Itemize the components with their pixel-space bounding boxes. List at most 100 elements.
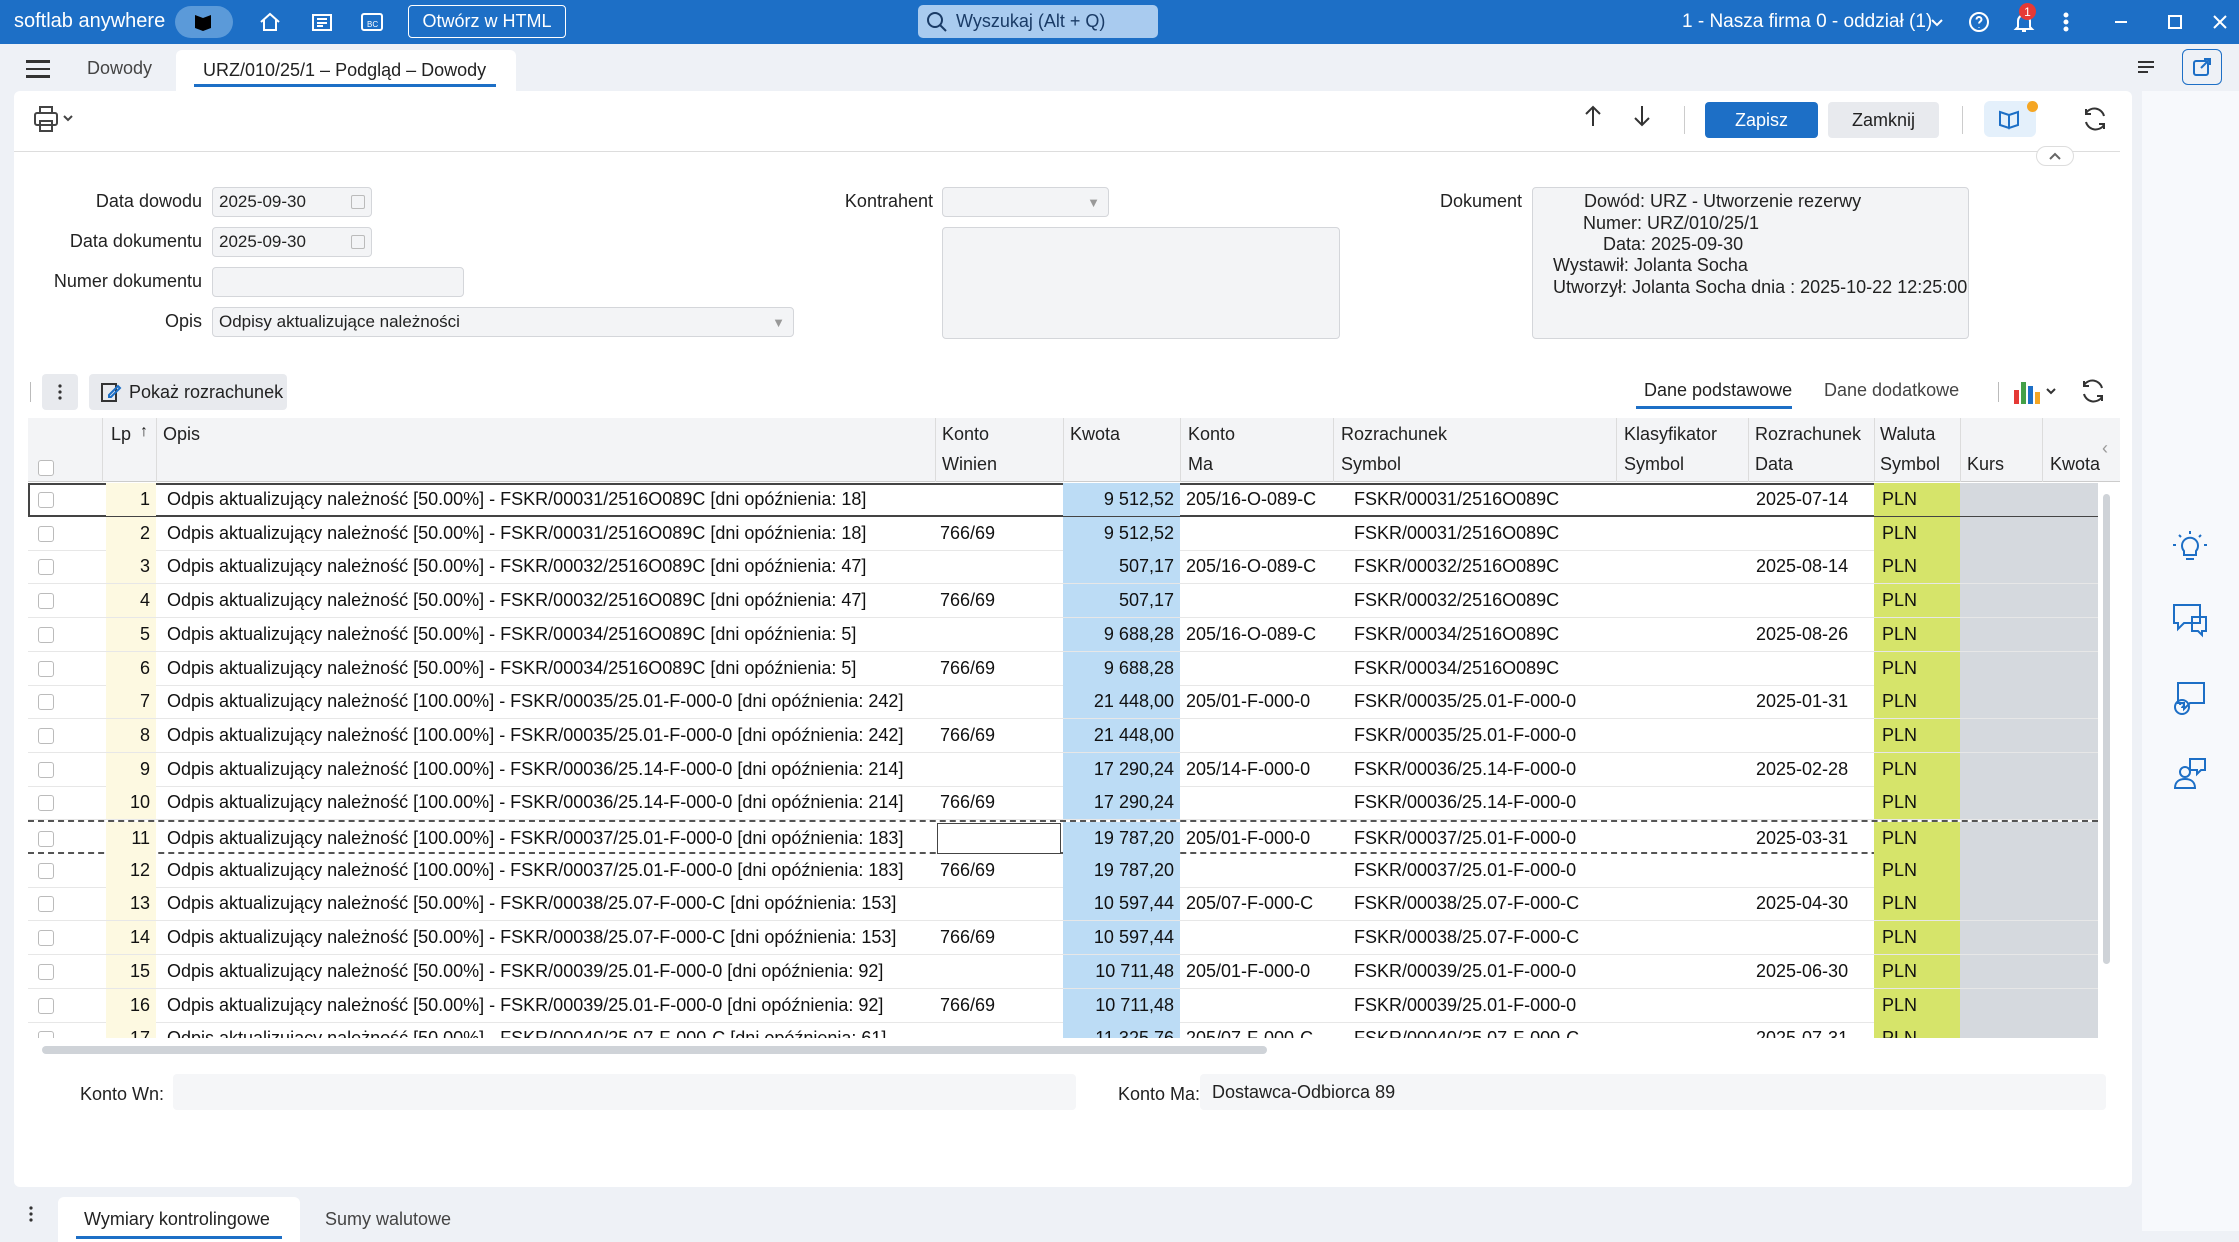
- company-selector[interactable]: 1 - Nasza firma 0 - oddział (1): [1682, 11, 1932, 33]
- table-row[interactable]: 4 Odpis aktualizujący należność [50.00%] …: [28, 584, 2098, 619]
- cell-rozrachunek-data: [1750, 584, 1880, 617]
- cell-konto-ma: 205/01-F-000-0: [1186, 828, 1311, 848]
- row-checkbox[interactable]: [38, 626, 54, 643]
- tab-sumy-walutowe[interactable]: Sumy walutowe: [325, 1209, 451, 1230]
- horizontal-scrollbar[interactable]: [42, 1046, 1267, 1054]
- header-rozrachunek[interactable]: Rozrachunek: [1341, 424, 1447, 445]
- header-kwota2[interactable]: Kwota: [2050, 454, 2100, 475]
- arrow-down-icon[interactable]: [1632, 104, 1652, 135]
- help-icon[interactable]: [1962, 7, 1996, 37]
- row-checkbox[interactable]: [38, 997, 54, 1014]
- vertical-scrollbar[interactable]: [2102, 480, 2112, 980]
- table-row[interactable]: 9 Odpis aktualizujący należność [100.00%]…: [28, 752, 2098, 787]
- kontrahent-select[interactable]: ▼: [942, 187, 1109, 217]
- bottom-more-icon[interactable]: [28, 1205, 34, 1228]
- row-checkbox[interactable]: [38, 559, 54, 576]
- table-row[interactable]: 1 Odpis aktualizujący należność [50.00%] …: [28, 483, 2098, 517]
- table-row[interactable]: 7 Odpis aktualizujący należność [100.00%]…: [28, 685, 2098, 720]
- table-row[interactable]: 10 Odpis aktualizujący należność [100.00%…: [28, 786, 2098, 821]
- header-waluta[interactable]: Waluta: [1880, 424, 1935, 445]
- grid-more-icon[interactable]: [42, 374, 78, 410]
- search-input[interactable]: Wyszukaj (Alt + Q): [918, 5, 1158, 38]
- header-lp[interactable]: Lp: [111, 424, 131, 445]
- support-icon[interactable]: [2168, 752, 2212, 796]
- close-button[interactable]: Zamknij: [1828, 102, 1939, 138]
- header-kwota[interactable]: Kwota: [1070, 424, 1120, 445]
- header-opis[interactable]: Opis: [163, 424, 200, 445]
- list-icon[interactable]: [2134, 56, 2158, 85]
- row-checkbox[interactable]: [38, 660, 54, 677]
- calendar-icon[interactable]: [351, 235, 365, 249]
- header-rozrachunek-data[interactable]: Rozrachunek: [1755, 424, 1861, 445]
- lightbulb-icon[interactable]: [2168, 525, 2212, 569]
- chat-icon[interactable]: [2168, 597, 2212, 641]
- table-row[interactable]: 13 Odpis aktualizujący należność [50.00%]…: [28, 887, 2098, 922]
- row-checkbox[interactable]: [38, 761, 54, 778]
- header-konto-winien[interactable]: Konto: [942, 424, 989, 445]
- table-row[interactable]: 11 Odpis aktualizujący należność [100.00%…: [28, 820, 2098, 855]
- tab-dane-podstawowe[interactable]: Dane podstawowe: [1644, 380, 1792, 401]
- help-chat-icon[interactable]: [2168, 675, 2212, 719]
- row-checkbox[interactable]: [38, 795, 54, 812]
- table-row[interactable]: 6 Odpis aktualizujący należność [50.00%] …: [28, 651, 2098, 686]
- chevron-down-icon[interactable]: [1920, 7, 1954, 37]
- row-checkbox[interactable]: [38, 963, 54, 980]
- tab-dowody[interactable]: Dowody: [87, 58, 152, 79]
- bc-icon[interactable]: BC: [355, 7, 389, 37]
- print-icon[interactable]: [32, 104, 76, 139]
- chevron-left-icon[interactable]: ‹: [2102, 438, 2108, 459]
- chart-icon[interactable]: [2012, 378, 2060, 411]
- tab-wymiary-kontrolingowe[interactable]: Wymiary kontrolingowe: [58, 1197, 300, 1242]
- row-checkbox[interactable]: [38, 593, 54, 610]
- tab-dane-dodatkowe[interactable]: Dane dodatkowe: [1824, 380, 1959, 401]
- table-row[interactable]: 3 Odpis aktualizujący należność [50.00%] …: [28, 550, 2098, 585]
- arrow-up-icon[interactable]: [1583, 104, 1603, 135]
- table-row[interactable]: 8 Odpis aktualizujący należność [100.00%]…: [28, 718, 2098, 753]
- table-row[interactable]: 16 Odpis aktualizujący należność [50.00%]…: [28, 988, 2098, 1023]
- collapse-icon[interactable]: [2036, 146, 2074, 166]
- row-checkbox[interactable]: [38, 862, 54, 879]
- row-checkbox[interactable]: [38, 831, 54, 847]
- close-window-icon[interactable]: [2203, 7, 2237, 37]
- table-row[interactable]: 2 Odpis aktualizujący należność [50.00%] …: [28, 516, 2098, 551]
- cell-kurs: [1960, 988, 2098, 1022]
- home-icon[interactable]: [253, 7, 287, 37]
- row-checkbox[interactable]: [38, 492, 54, 508]
- maximize-icon[interactable]: [2158, 7, 2192, 37]
- share-icon[interactable]: [2182, 49, 2222, 85]
- save-button[interactable]: Zapisz: [1705, 102, 1818, 138]
- cell-opis: Odpis aktualizujący należność [100.00%] …: [167, 828, 904, 848]
- sort-up-icon[interactable]: ↑: [140, 423, 148, 441]
- row-checkbox[interactable]: [38, 896, 54, 913]
- data-dokumentu-field[interactable]: 2025-09-30: [212, 227, 372, 257]
- menu-icon[interactable]: [26, 60, 50, 83]
- select-all-checkbox[interactable]: [38, 460, 54, 476]
- open-html-button[interactable]: Otwórz w HTML: [408, 5, 566, 38]
- row-checkbox[interactable]: [38, 525, 54, 542]
- show-settlement-button[interactable]: Pokaż rozrachunek: [89, 374, 287, 410]
- header-klasyfikator[interactable]: Klasyfikator: [1624, 424, 1717, 445]
- table-row[interactable]: 12 Odpis aktualizujący należność [100.00%…: [28, 853, 2098, 888]
- numer-dokumentu-field[interactable]: [212, 267, 464, 297]
- table-row[interactable]: 14 Odpis aktualizujący należność [50.00%]…: [28, 921, 2098, 956]
- more-vertical-icon[interactable]: [2049, 7, 2083, 37]
- data-dowodu-field[interactable]: 2025-09-30: [212, 187, 372, 217]
- row-checkbox[interactable]: [38, 727, 54, 744]
- header-konto-ma[interactable]: Konto: [1188, 424, 1235, 445]
- grid-refresh-icon[interactable]: [2078, 376, 2108, 411]
- row-checkbox[interactable]: [38, 930, 54, 947]
- table-row[interactable]: 5 Odpis aktualizujący należność [50.00%] …: [28, 617, 2098, 652]
- cell-rozrachunek-symbol: FSKR/00031/2516O089C: [1354, 489, 1560, 509]
- refresh-icon[interactable]: [2080, 104, 2110, 139]
- row-checkbox[interactable]: [38, 694, 54, 711]
- books-icon[interactable]: [175, 6, 233, 38]
- row-checkbox[interactable]: [38, 1031, 54, 1038]
- tab-urz-preview[interactable]: URZ/010/25/1 – Podgląd – Dowody: [176, 50, 516, 91]
- table-row[interactable]: 17 Odpis aktualizujący należność [50.00%]…: [28, 1022, 2098, 1038]
- newspaper-icon[interactable]: [305, 7, 339, 37]
- opis-select[interactable]: Odpisy aktualizujące należności ▼: [212, 307, 794, 337]
- minimize-icon[interactable]: [2104, 7, 2138, 37]
- header-kurs[interactable]: Kurs: [1967, 454, 2004, 475]
- calendar-icon[interactable]: [351, 195, 365, 209]
- table-row[interactable]: 15 Odpis aktualizujący należność [50.00%]…: [28, 954, 2098, 989]
